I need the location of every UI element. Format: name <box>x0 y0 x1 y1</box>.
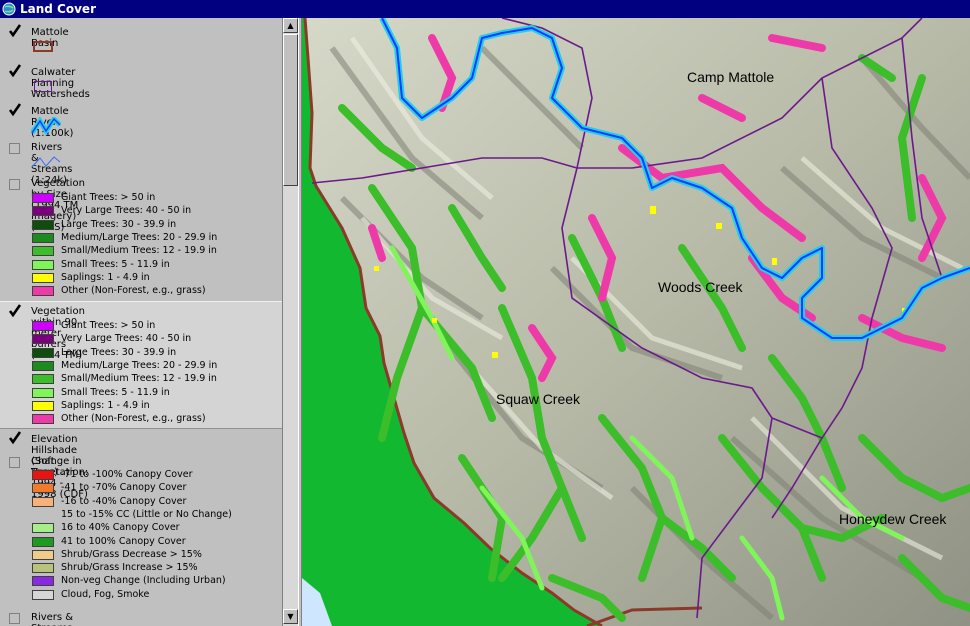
legend-class-label: -41 to -70% Canopy Cover <box>61 482 187 494</box>
legend-swatch <box>32 259 54 270</box>
scroll-up-arrow-icon[interactable]: ▲ <box>283 18 298 33</box>
legend-swatch <box>32 576 54 587</box>
legend-class-label: Very Large Trees: 40 - 50 in <box>61 333 192 345</box>
stream-line-symbol <box>31 156 61 168</box>
legend-class-label: Non-veg Change (Including Urban) <box>61 575 226 587</box>
legend-class-label: Large Trees: 30 - 39.9 in <box>61 346 177 358</box>
map-label-squaw-creek: Squaw Creek <box>496 391 581 407</box>
checkbox-change[interactable] <box>9 457 20 468</box>
map-label-woods-creek: Woods Creek <box>658 279 743 295</box>
map-label-camp-mattole: Camp Mattole <box>687 69 775 85</box>
legend-class-label: Very Large Trees: 40 - 50 in <box>61 205 192 217</box>
checkbox-veg-size[interactable] <box>9 179 20 190</box>
legend-swatch <box>32 374 54 385</box>
legend-class-label: 41 to 100% Canopy Cover <box>61 535 186 547</box>
legend-swatch <box>32 496 54 507</box>
checkbox-veg-buffers[interactable] <box>8 304 22 318</box>
checkbox-hillshade[interactable] <box>8 431 22 445</box>
legend-swatch <box>32 334 54 345</box>
watershed-outline-symbol <box>34 81 52 92</box>
legend-class-label: 16 to 40% Canopy Cover <box>61 522 180 534</box>
scroll-thumb[interactable] <box>283 34 298 186</box>
checkbox-rivers-100k[interactable] <box>9 613 20 624</box>
checkbox-rivers-24k[interactable] <box>9 143 20 154</box>
legend-class-label: Small/Medium Trees: 12 - 19.9 in <box>61 373 217 385</box>
legend-class-label: Other (Non-Forest, e.g., grass) <box>61 285 206 297</box>
legend-swatch <box>32 523 54 534</box>
legend-swatch <box>32 536 54 547</box>
legend-class-label: Shrub/Grass Increase > 15% <box>61 562 198 574</box>
legend-swatch <box>32 286 54 297</box>
legend-swatch <box>32 360 54 371</box>
legend-class-label: Shrub/Grass Decrease > 15% <box>61 548 202 560</box>
legend-class-label: -16 to -40% Canopy Cover <box>61 495 187 507</box>
legend-class-label: Large Trees: 30 - 39.9 in <box>61 218 177 230</box>
legend-swatch <box>32 470 54 480</box>
legend-swatch <box>32 347 54 358</box>
legend-swatch <box>32 400 54 411</box>
legend-class-label: Other (Non-Forest, e.g., grass) <box>61 413 206 425</box>
legend-class-label: Medium/Large Trees: 20 - 29.9 in <box>61 231 218 243</box>
legend-class-label: Small Trees: 5 - 11.9 in <box>61 386 170 398</box>
legend-swatch <box>32 387 54 398</box>
legend-swatch <box>32 232 54 243</box>
legend-class-label: Saplings: 1 - 4.9 in <box>61 271 150 283</box>
checkbox-calwater[interactable] <box>8 64 22 78</box>
legend-class-label: Giant Trees: > 50 in <box>61 320 156 331</box>
checkbox-mattole-basin[interactable] <box>8 24 22 38</box>
map-canvas[interactable] <box>302 18 970 626</box>
legend-swatch <box>32 219 54 230</box>
legend-class-label: Small/Medium Trees: 12 - 19.9 in <box>61 245 217 257</box>
map-view[interactable]: Camp Mattole Woods Creek Squaw Creek Hon… <box>302 18 970 626</box>
legend-swatch <box>32 193 54 203</box>
checkbox-mattole-river[interactable] <box>8 103 22 117</box>
legend-class-label: -71 to -100% Canopy Cover <box>61 469 193 480</box>
legend-swatch <box>32 272 54 283</box>
legend-scrollbar[interactable]: ▲ ▼ <box>282 18 298 626</box>
legend-swatch <box>32 206 54 217</box>
globe-icon <box>2 2 16 16</box>
legend-swatch <box>32 589 54 600</box>
basin-outline-symbol <box>33 41 53 52</box>
river-line-symbol <box>31 117 61 135</box>
legend-class-label: Cloud, Fog, Smoke <box>61 588 150 600</box>
legend-swatch <box>32 549 54 560</box>
legend-swatch <box>32 483 54 494</box>
legend-class-label: 15 to -15% CC (Little or No Change) <box>61 508 232 520</box>
window-title: Land Cover <box>20 2 96 16</box>
legend-panel: Mattole Basin Calwater Planning Watershe… <box>0 18 282 626</box>
scroll-down-arrow-icon[interactable]: ▼ <box>283 609 298 624</box>
legend-swatch <box>32 563 54 574</box>
legend-class-label: Saplings: 1 - 4.9 in <box>61 399 150 411</box>
window-titlebar: Land Cover <box>0 0 970 18</box>
legend-swatch <box>32 321 54 331</box>
legend-class-label: Giant Trees: > 50 in <box>61 192 156 203</box>
legend-class-label: Medium/Large Trees: 20 - 29.9 in <box>61 359 218 371</box>
legend-swatch <box>32 414 54 425</box>
layer-label: Rivers & Streams (1:100k) <box>31 612 74 626</box>
legend-swatch <box>32 246 54 257</box>
legend-class-label: Small Trees: 5 - 11.9 in <box>61 258 170 270</box>
map-label-honeydew-creek: Honeydew Creek <box>839 511 947 527</box>
